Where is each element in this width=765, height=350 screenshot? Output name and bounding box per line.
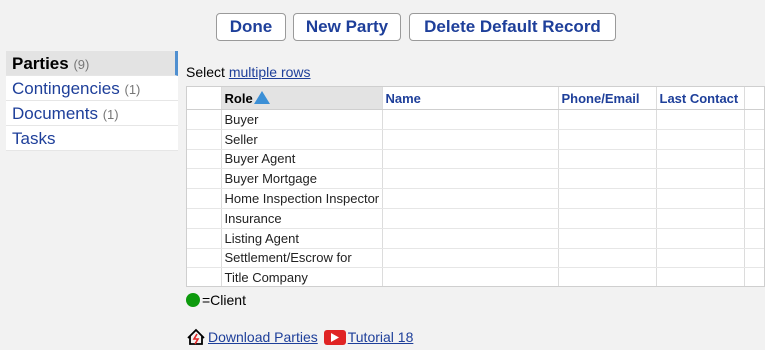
sidebar-item-contingencies[interactable]: Contingencies (1) [6,76,178,101]
parties-table: Role Name Phone/Email Last Contact Buyer… [186,86,765,287]
select-cell [187,228,222,249]
youtube-play-icon[interactable] [323,329,346,345]
extra-cell [744,109,764,130]
phone-email-cell [558,208,657,229]
sidebar-item-label: Contingencies [12,79,120,98]
table-row[interactable]: Insurance [187,208,764,229]
delete-default-record-button[interactable]: Delete Default Record [409,13,616,41]
role-cell: Seller [221,129,383,150]
select-multiple-line: Select multiple rows [186,64,311,80]
extra-cell [744,188,764,209]
table-row[interactable]: Buyer [187,109,764,130]
select-cell [187,248,222,269]
select-column-header [187,87,222,110]
last-contact-cell [656,248,745,269]
role-cell: Listing Agent [221,228,383,249]
bottom-links: Download Parties Tutorial 18 [186,327,413,347]
name-cell [382,267,559,286]
column-header-name[interactable]: Name [382,87,559,110]
sidebar-item-label: Tasks [12,129,56,148]
last-contact-cell [656,188,745,209]
sidebar-nav: Parties (9) Contingencies (1) Documents … [6,51,178,151]
extra-cell [744,149,764,170]
column-header-role[interactable]: Role [221,87,383,110]
table-header-row: Role Name Phone/Email Last Contact [187,87,764,110]
sidebar-item-documents[interactable]: Documents (1) [6,101,178,126]
name-cell [382,168,559,190]
select-cell [187,168,222,190]
extra-cell [744,248,764,269]
select-multiple-rows-link[interactable]: multiple rows [229,64,311,80]
sidebar-item-tasks[interactable]: Tasks [6,126,178,151]
table-row[interactable]: Seller [187,129,764,150]
column-header-phone-email[interactable]: Phone/Email [558,87,657,110]
select-cell [187,188,222,209]
last-contact-cell [656,267,745,286]
sidebar-item-count: (9) [73,57,90,72]
name-cell [382,188,559,209]
extra-cell [744,129,764,150]
phone-email-cell [558,149,657,170]
download-parties-link[interactable]: Download Parties [208,329,318,345]
sort-ascending-icon [253,90,270,104]
select-cell [187,208,222,229]
phone-email-cell [558,188,657,209]
role-cell: Home Inspection Inspector [221,188,383,209]
select-cell [187,267,222,286]
sidebar-item-count: (1) [124,82,141,97]
role-cell: Buyer Mortgage [221,168,383,190]
last-contact-cell [656,109,745,130]
select-cell [187,129,222,150]
phone-email-cell [558,228,657,249]
role-cell: Settlement/Escrow for [221,248,383,269]
phone-email-cell [558,109,657,130]
table-row[interactable]: Settlement/Escrow for [187,248,764,269]
role-cell: Insurance [221,208,383,229]
select-prefix: Select [186,64,229,80]
download-icon[interactable] [186,327,206,347]
name-cell [382,248,559,269]
table-row[interactable]: Title Company [187,267,764,286]
sidebar-item-label: Parties [12,54,69,73]
name-cell [382,208,559,229]
name-cell [382,149,559,170]
last-contact-cell [656,228,745,249]
sidebar-item-label: Documents [12,104,98,123]
legend-text: =Client [202,292,246,308]
table-row[interactable]: Buyer Agent [187,149,764,170]
phone-email-cell [558,267,657,286]
table-row[interactable]: Listing Agent [187,228,764,249]
name-cell [382,129,559,150]
phone-email-cell [558,248,657,269]
role-cell: Buyer [221,109,383,130]
select-cell [187,109,222,130]
phone-email-cell [558,168,657,190]
role-cell: Buyer Agent [221,149,383,170]
phone-email-cell [558,129,657,150]
sidebar-item-parties[interactable]: Parties (9) [6,51,178,76]
done-button[interactable]: Done [216,13,286,41]
role-cell: Title Company [221,267,383,286]
extra-cell [744,208,764,229]
tutorial-link[interactable]: Tutorial 18 [348,329,414,345]
table-row[interactable]: Buyer Mortgage [187,168,764,190]
extra-cell [744,228,764,249]
extra-column-header [744,87,764,110]
last-contact-cell [656,168,745,190]
last-contact-cell [656,208,745,229]
last-contact-cell [656,149,745,170]
last-contact-cell [656,129,745,150]
table-row[interactable]: Home Inspection Inspector [187,188,764,209]
client-legend: =Client [186,292,246,308]
sidebar-item-count: (1) [102,107,119,122]
select-cell [187,149,222,170]
extra-cell [744,168,764,190]
name-cell [382,228,559,249]
extra-cell [744,267,764,286]
client-dot-icon [186,293,200,307]
new-party-button[interactable]: New Party [293,13,401,41]
column-header-last-contact[interactable]: Last Contact [656,87,745,110]
name-cell [382,109,559,130]
